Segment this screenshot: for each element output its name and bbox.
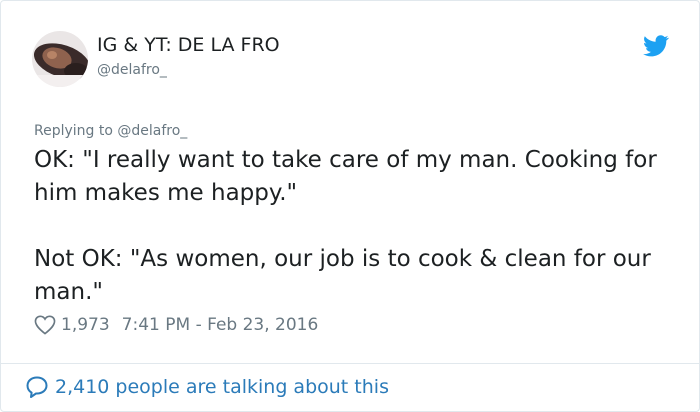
tweet-paragraph: Not OK: "As women, our job is to cook & …	[34, 246, 651, 305]
divider	[1, 363, 699, 364]
heart-icon[interactable]	[34, 315, 56, 335]
replying-to-text[interactable]: Replying to @delafro_	[34, 122, 187, 140]
tweet-meta: 1,973 7:41 PM - Feb 23, 2016	[34, 312, 318, 338]
speech-bubble-icon	[26, 376, 48, 398]
avatar-photo	[32, 31, 88, 87]
conversation-count-text[interactable]: 2,410 people are talking about this	[55, 376, 389, 398]
tweet-card: IG & YT: DE LA FRO @delafro_ Replying to…	[0, 0, 700, 412]
tweet-timestamp[interactable]: 7:41 PM - Feb 23, 2016	[122, 315, 319, 335]
display-name[interactable]: IG & YT: DE LA FRO	[97, 34, 280, 56]
twitter-bird-icon[interactable]	[643, 35, 669, 57]
user-handle[interactable]: @delafro_	[97, 61, 167, 79]
tweet-paragraph: OK: "I really want to take care of my ma…	[34, 147, 657, 206]
tweet-text: OK: "I really want to take care of my ma…	[34, 144, 674, 309]
avatar[interactable]	[32, 31, 88, 87]
conversation-link[interactable]: 2,410 people are talking about this	[25, 373, 389, 401]
like-count[interactable]: 1,973	[61, 315, 110, 335]
